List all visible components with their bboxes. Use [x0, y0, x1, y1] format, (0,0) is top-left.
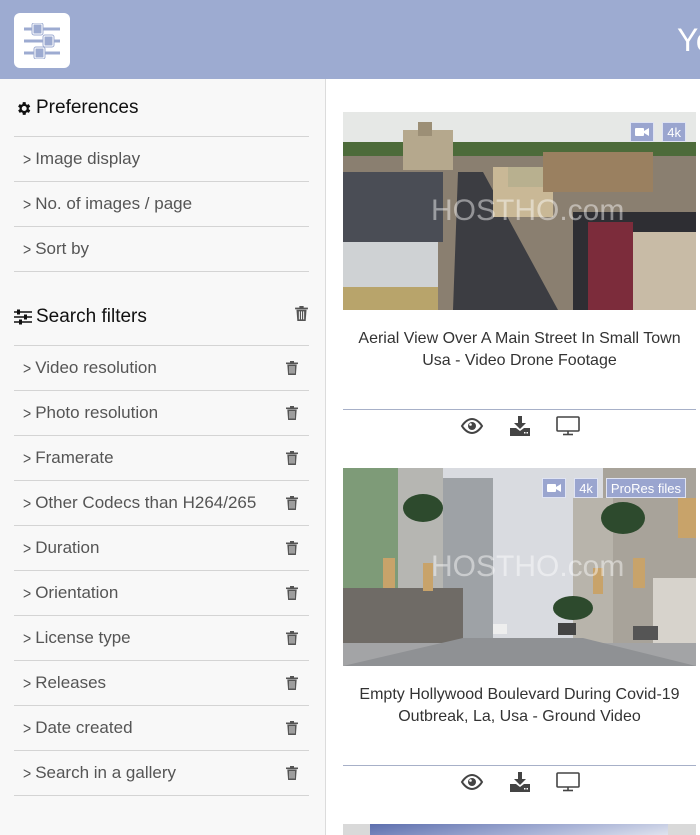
trash-icon[interactable] [286, 360, 298, 375]
chevron-right-icon: > [23, 239, 32, 259]
result-title[interactable]: Empty Hollywood Boulevard During Covid-1… [343, 684, 696, 728]
row-label: License type [35, 628, 131, 647]
trash-icon[interactable] [286, 765, 298, 780]
row-label: Sort by [35, 239, 90, 258]
search-filters-title: Search filters [36, 306, 147, 327]
row-label: No. of images / page [35, 194, 193, 213]
site-title: Yo [677, 22, 700, 58]
row-label: Image display [35, 149, 141, 168]
chevron-right-icon: > [23, 149, 32, 169]
result-thumbnail[interactable] [343, 824, 696, 835]
divider [343, 765, 696, 766]
filter-row[interactable]: > Photo resolution [14, 391, 309, 436]
chevron-right-icon: > [23, 763, 32, 783]
filter-row[interactable]: > Framerate [14, 436, 309, 481]
video-badge [630, 122, 655, 142]
sliders-icon [24, 22, 60, 59]
download-icon[interactable] [508, 771, 532, 793]
trash-icon[interactable] [286, 495, 298, 510]
monitor-icon[interactable] [555, 415, 580, 437]
4k-badge: 4k [662, 122, 686, 142]
chevron-right-icon: > [23, 448, 32, 468]
filter-row[interactable]: > Search in a gallery [14, 751, 309, 796]
4k-badge: 4k [574, 478, 598, 498]
result-actions [343, 771, 696, 793]
row-label: Photo resolution [35, 403, 159, 422]
chevron-right-icon: > [23, 493, 32, 513]
pref-image-display[interactable]: > Image display [14, 137, 309, 182]
thumbnail-image [370, 824, 668, 835]
chevron-right-icon: > [23, 628, 32, 648]
filter-row[interactable]: > License type [14, 616, 309, 661]
top-header: Yo [0, 0, 700, 79]
video-camera-icon [547, 484, 562, 492]
prores-badge: ProRes files [605, 478, 686, 498]
preview-eye-icon[interactable] [460, 771, 484, 793]
filter-row[interactable]: > Date created [14, 706, 309, 751]
trash-icon[interactable] [286, 675, 298, 690]
row-label: Date created [35, 718, 133, 737]
filter-row[interactable]: > Orientation [14, 571, 309, 616]
chevron-right-icon: > [23, 403, 32, 423]
video-camera-icon [635, 128, 650, 136]
clear-all-filters-trash-icon[interactable] [295, 306, 308, 321]
trash-icon[interactable] [286, 630, 298, 645]
result-thumbnail[interactable]: HOSTHO.com 4k ProRes files [343, 468, 696, 666]
row-label: Duration [35, 538, 100, 557]
chevron-right-icon: > [23, 583, 32, 603]
pref-sort-by[interactable]: > Sort by [14, 227, 309, 272]
result-actions [343, 415, 696, 437]
gear-icon [14, 99, 32, 117]
trash-icon[interactable] [286, 720, 298, 735]
trash-icon[interactable] [286, 540, 298, 555]
sidebar: Preferences > Image display > No. of image… [0, 79, 326, 835]
chevron-right-icon: > [23, 718, 32, 738]
badge-row: 4k [630, 122, 686, 142]
preferences-heading: Preferences [14, 97, 309, 119]
video-badge [542, 478, 567, 498]
chevron-right-icon: > [23, 538, 32, 558]
row-label: Orientation [35, 583, 119, 602]
chevron-right-icon: > [23, 358, 32, 378]
chevron-right-icon: > [23, 194, 32, 214]
divider [343, 409, 696, 410]
pref-images-per-page[interactable]: > No. of images / page [14, 182, 309, 227]
row-label: Other Codecs than H264/265 [35, 493, 257, 512]
badge-row: 4k ProRes files [542, 478, 686, 498]
trash-icon[interactable] [286, 405, 298, 420]
search-filters-heading: Search filters [14, 306, 309, 328]
preferences-title: Preferences [36, 97, 139, 118]
watermark: HOSTHO.com [431, 550, 624, 583]
results-panel: HOSTHO.com 4k Aerial View Over A Main St… [327, 79, 700, 835]
row-label: Releases [35, 673, 107, 692]
row-label: Search in a gallery [35, 763, 176, 782]
preview-eye-icon[interactable] [460, 415, 484, 437]
watermark: HOSTHO.com [431, 194, 624, 227]
filter-row[interactable]: > Duration [14, 526, 309, 571]
filters-toggle-button[interactable] [14, 13, 70, 68]
trash-icon[interactable] [286, 585, 298, 600]
download-icon[interactable] [508, 415, 532, 437]
filter-row[interactable]: > Other Codecs than H264/265 [14, 481, 309, 526]
row-label: Framerate [35, 448, 114, 467]
row-label: Video resolution [35, 358, 157, 377]
result-thumbnail[interactable]: HOSTHO.com 4k [343, 112, 696, 310]
monitor-icon[interactable] [555, 771, 580, 793]
sliders-icon [14, 308, 32, 326]
filter-row[interactable]: > Video resolution [14, 346, 309, 391]
chevron-right-icon: > [23, 673, 32, 693]
filter-row[interactable]: > Releases [14, 661, 309, 706]
trash-icon[interactable] [286, 450, 298, 465]
result-title[interactable]: Aerial View Over A Main Street In Small … [343, 328, 696, 372]
